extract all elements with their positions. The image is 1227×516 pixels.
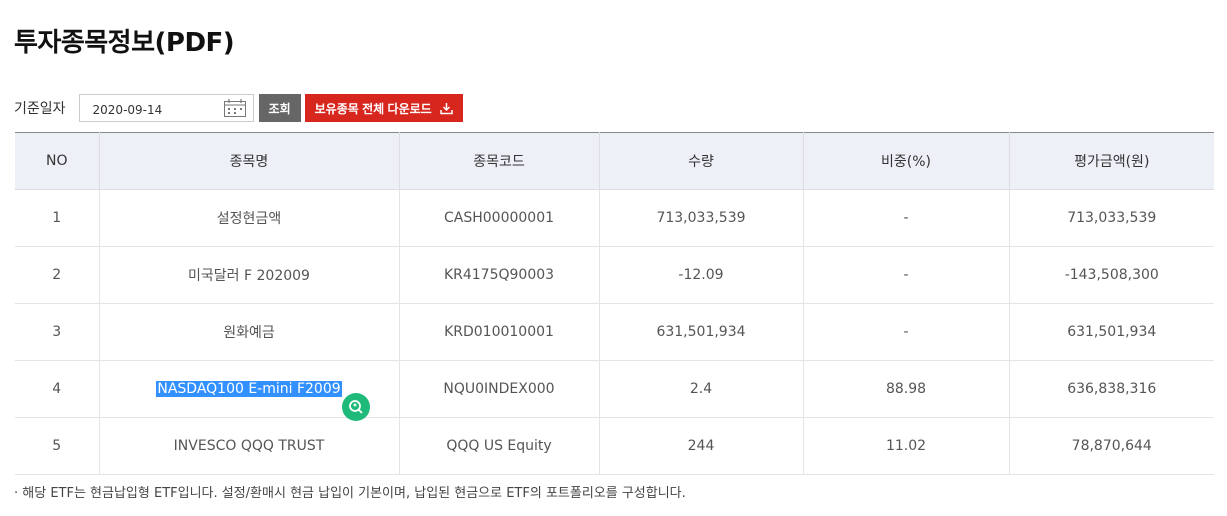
cell-no: 5 — [15, 417, 99, 475]
date-controls: 기준일자 2020-09-14 조회 보유종목 전체 다운로드 — [14, 93, 463, 123]
cell-quantity: 244 — [598, 417, 803, 475]
cell-value: 631,501,934 — [1008, 303, 1214, 361]
table-header-row: NO 종목명 종목코드 수량 비중(%) 평가금액(원) — [15, 132, 1214, 190]
holdings-table: NO 종목명 종목코드 수량 비중(%) 평가금액(원) 1 설정현금액 CAS… — [15, 132, 1214, 475]
cell-quantity: 713,033,539 — [598, 189, 803, 247]
header-code: 종목코드 — [398, 132, 599, 190]
cell-weight: - — [802, 303, 1009, 361]
download-all-button[interactable]: 보유종목 전체 다운로드 — [304, 94, 463, 122]
cell-name: 설정현금액 — [98, 189, 399, 247]
header-name: 종목명 — [98, 132, 399, 190]
cell-code: CASH00000001 — [398, 189, 599, 247]
search-button-label: 조회 — [268, 101, 291, 116]
calendar-icon[interactable] — [223, 98, 247, 118]
search-button[interactable]: 조회 — [258, 94, 301, 122]
cell-weight: - — [802, 189, 1009, 247]
cell-code: NQU0INDEX000 — [398, 360, 599, 418]
date-input[interactable]: 2020-09-14 — [78, 94, 254, 122]
table-row: 2 미국달러 F 202009 KR4175Q90003 -12.09 - -1… — [15, 246, 1214, 304]
cell-no: 1 — [15, 189, 99, 247]
download-icon — [439, 102, 453, 114]
date-label: 기준일자 — [14, 101, 66, 117]
table-row: 4 NASDAQ100 E-mini F2009 NQU0INDEX000 2.… — [15, 360, 1214, 421]
download-button-label: 보유종목 전체 다운로드 — [314, 101, 432, 116]
date-value[interactable]: 2020-09-14 — [80, 99, 163, 117]
cell-code: KR4175Q90003 — [398, 246, 599, 304]
cell-name: 원화예금 — [98, 303, 399, 361]
table-row: 5 INVESCO QQQ TRUST QQQ US Equity 244 11… — [15, 417, 1214, 475]
magnifier-icon — [349, 400, 363, 414]
cell-value: 78,870,644 — [1008, 417, 1214, 475]
cell-code: QQQ US Equity — [398, 417, 599, 475]
table-row: 1 설정현금액 CASH00000001 713,033,539 - 713,0… — [15, 189, 1214, 247]
header-quantity: 수량 — [598, 132, 803, 190]
cell-no: 2 — [15, 246, 99, 304]
header-no: NO — [15, 132, 99, 190]
cell-quantity: 2.4 — [598, 360, 803, 418]
cell-value: -143,508,300 — [1008, 246, 1214, 304]
cell-weight: 88.98 — [802, 360, 1009, 418]
cell-value: 636,838,316 — [1008, 360, 1214, 418]
table-row: 3 원화예금 KRD010010001 631,501,934 - 631,50… — [15, 303, 1214, 361]
cell-weight: - — [802, 246, 1009, 304]
header-value: 평가금액(원) — [1008, 132, 1214, 190]
name-wrapper: NASDAQ100 E-mini F2009 — [156, 381, 371, 421]
footnote: · 해당 ETF는 현금납입형 ETF입니다. 설정/환매시 현금 납입이 기본… — [14, 486, 686, 501]
cell-no: 4 — [15, 360, 99, 418]
page-title: 투자종목정보(PDF) — [14, 28, 235, 58]
cell-weight: 11.02 — [802, 417, 1009, 475]
cell-code: KRD010010001 — [398, 303, 599, 361]
cell-quantity: -12.09 — [598, 246, 803, 304]
cell-value: 713,033,539 — [1008, 189, 1214, 247]
cell-quantity: 631,501,934 — [598, 303, 803, 361]
selected-text[interactable]: NASDAQ100 E-mini F2009 — [156, 381, 342, 397]
cell-no: 3 — [15, 303, 99, 361]
cell-name-selected: NASDAQ100 E-mini F2009 — [98, 360, 399, 421]
header-weight: 비중(%) — [802, 132, 1009, 190]
cell-name: 미국달러 F 202009 — [98, 246, 399, 304]
cell-name: INVESCO QQQ TRUST — [98, 417, 399, 475]
